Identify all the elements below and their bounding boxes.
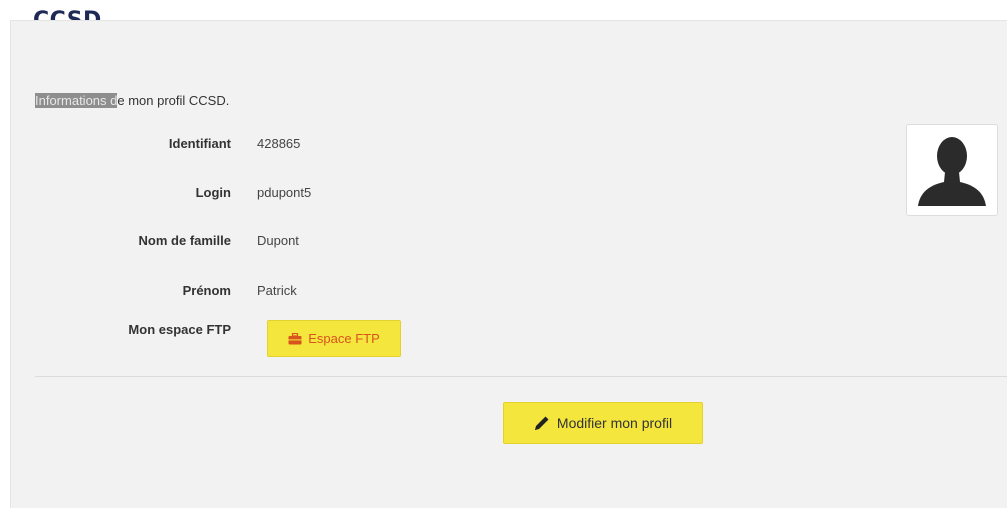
pencil-icon (534, 416, 549, 430)
ftp-button-label: Espace FTP (308, 331, 380, 346)
field-row-prenom: Prénom Patrick (11, 280, 511, 300)
edit-profile-button[interactable]: Modifier mon profil (503, 402, 703, 444)
field-row-nom: Nom de famille Dupont (11, 230, 511, 250)
field-label-login: Login (195, 184, 231, 200)
intro-selected-text: Informations d (35, 93, 118, 108)
edit-button-label: Modifier mon profil (556, 415, 673, 431)
field-value-login: pdupont5 (257, 184, 312, 200)
section-divider (35, 376, 1007, 377)
field-value-identifiant: 428865 (257, 135, 301, 151)
avatar (906, 124, 998, 216)
field-value-nom: Dupont (257, 232, 299, 248)
user-silhouette-icon (918, 137, 986, 206)
field-label-ftp: Mon espace FTP (128, 321, 231, 337)
briefcase-icon (288, 332, 302, 344)
field-label-nom: Nom de famille (138, 232, 231, 248)
field-label-prenom: Prénom (182, 282, 231, 298)
ftp-space-button[interactable]: Espace FTP (267, 320, 401, 357)
field-label-identifiant: Identifiant (168, 135, 231, 151)
field-row-identifiant: Identifiant 428865 (11, 133, 511, 153)
profile-intro-text: Informations de mon profil CCSD. (35, 93, 229, 108)
field-value-prenom: Patrick (257, 282, 297, 298)
field-row-login: Login pdupont5 (11, 182, 511, 202)
field-row-ftp: Mon espace FTP (11, 319, 511, 339)
profile-panel: Informations de mon profil CCSD. Identif… (10, 20, 1007, 508)
intro-rest-text: e mon profil CCSD. (117, 93, 230, 108)
